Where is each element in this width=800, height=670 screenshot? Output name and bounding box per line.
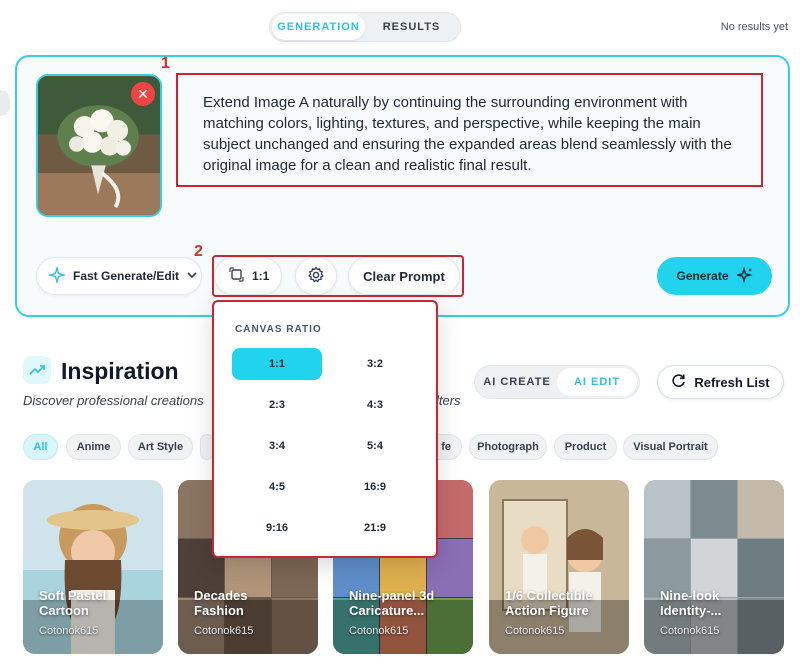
chip-anime[interactable]: Anime [66, 434, 121, 460]
ratio-option-1-1[interactable]: 1:1 [232, 348, 322, 380]
card-title: 1/6 Collectible Action Figure [505, 588, 593, 618]
inspiration-card[interactable]: Soft Pastel Cartoon Cotonok615 [23, 480, 163, 654]
card-author: Cotonok615 [194, 625, 254, 637]
inspiration-subtitle-end: lters [436, 393, 461, 408]
chevron-down-icon [187, 269, 197, 283]
ratio-option-5-4[interactable]: 5:4 [330, 430, 420, 462]
no-results-text: No results yet [720, 21, 788, 33]
remove-image-button[interactable]: ✕ [131, 82, 155, 106]
card-title: Nine-look Identity-... [660, 588, 722, 618]
card-author: Cotonok615 [660, 625, 720, 637]
chip-product[interactable]: Product [554, 434, 617, 460]
app-root: GENERATION RESULTS No results yet ✕ 1 Ex… [0, 0, 800, 670]
ratio-label: 1:1 [252, 269, 270, 283]
canvas-ratio-button[interactable]: 1:1 [214, 257, 282, 295]
model-label: Fast Generate/Edit [73, 269, 180, 283]
model-select-button[interactable]: Fast Generate/Edit [36, 257, 202, 295]
trending-icon [23, 356, 51, 384]
collapse-handle[interactable] [0, 90, 10, 116]
canvas-ratio-dropdown: CANVAS RATIO 1:1 3:2 2:3 4:3 3:4 5:4 4:5… [212, 300, 438, 558]
card-author: Cotonok615 [39, 625, 99, 637]
refresh-label: Refresh List [694, 374, 770, 390]
card-author: Cotonok615 [349, 625, 409, 637]
inspiration-subtitle: Discover professional creations [23, 393, 204, 408]
inspiration-card[interactable]: Nine-look Identity-... Cotonok615 [644, 480, 784, 654]
tab-results[interactable]: RESULTS [365, 14, 458, 40]
ratio-option-21-9[interactable]: 21:9 [330, 512, 420, 544]
chip-all[interactable]: All [23, 434, 58, 460]
inspiration-card[interactable]: 1/6 Collectible Action Figure Cotonok615 [489, 480, 629, 654]
ratio-option-3-4[interactable]: 3:4 [232, 430, 322, 462]
ratio-option-2-3[interactable]: 2:3 [232, 389, 322, 421]
sparkle-icon [734, 265, 753, 286]
ratio-option-4-3[interactable]: 4:3 [330, 389, 420, 421]
tab-generation[interactable]: GENERATION [272, 14, 365, 40]
refresh-icon [671, 373, 686, 391]
clear-prompt-button[interactable]: Clear Prompt [348, 257, 460, 295]
card-title: Soft Pastel Cartoon [39, 588, 107, 618]
annotation-marker-1: 1 [161, 55, 170, 72]
annotation-marker-2: 2 [194, 243, 203, 260]
mode-tabs: GENERATION RESULTS [269, 12, 461, 42]
card-title: Nine-panel 3d Caricature... [349, 588, 435, 618]
card-author: Cotonok615 [505, 625, 565, 637]
inspiration-title: Inspiration [61, 358, 179, 384]
generate-button[interactable]: Generate [657, 257, 772, 295]
chip-art-style[interactable]: Art Style [128, 434, 193, 460]
crop-frame-icon [229, 267, 244, 285]
ratio-option-3-2[interactable]: 3:2 [330, 348, 420, 380]
chip-visual-portrait[interactable]: Visual Portrait [623, 434, 718, 460]
chip-photograph[interactable]: Photograph [469, 434, 547, 460]
card-title: Decades Fashion [194, 588, 248, 618]
gear-icon [307, 265, 325, 287]
mode-ai-create[interactable]: AI CREATE [477, 368, 557, 396]
prompt-textarea[interactable]: Extend Image A naturally by continuing t… [176, 73, 763, 187]
generate-label: Generate [676, 269, 729, 283]
ai-mode-toggle: AI CREATE AI EDIT [474, 365, 640, 399]
ratio-option-16-9[interactable]: 16:9 [330, 471, 420, 503]
sparkle-icon [47, 264, 67, 286]
ratio-option-4-5[interactable]: 4:5 [232, 471, 322, 503]
settings-button[interactable] [295, 257, 337, 295]
dropdown-title: CANVAS RATIO [235, 324, 322, 335]
refresh-list-button[interactable]: Refresh List [657, 365, 784, 399]
ratio-option-9-16[interactable]: 9:16 [232, 512, 322, 544]
mode-ai-edit[interactable]: AI EDIT [557, 368, 637, 396]
